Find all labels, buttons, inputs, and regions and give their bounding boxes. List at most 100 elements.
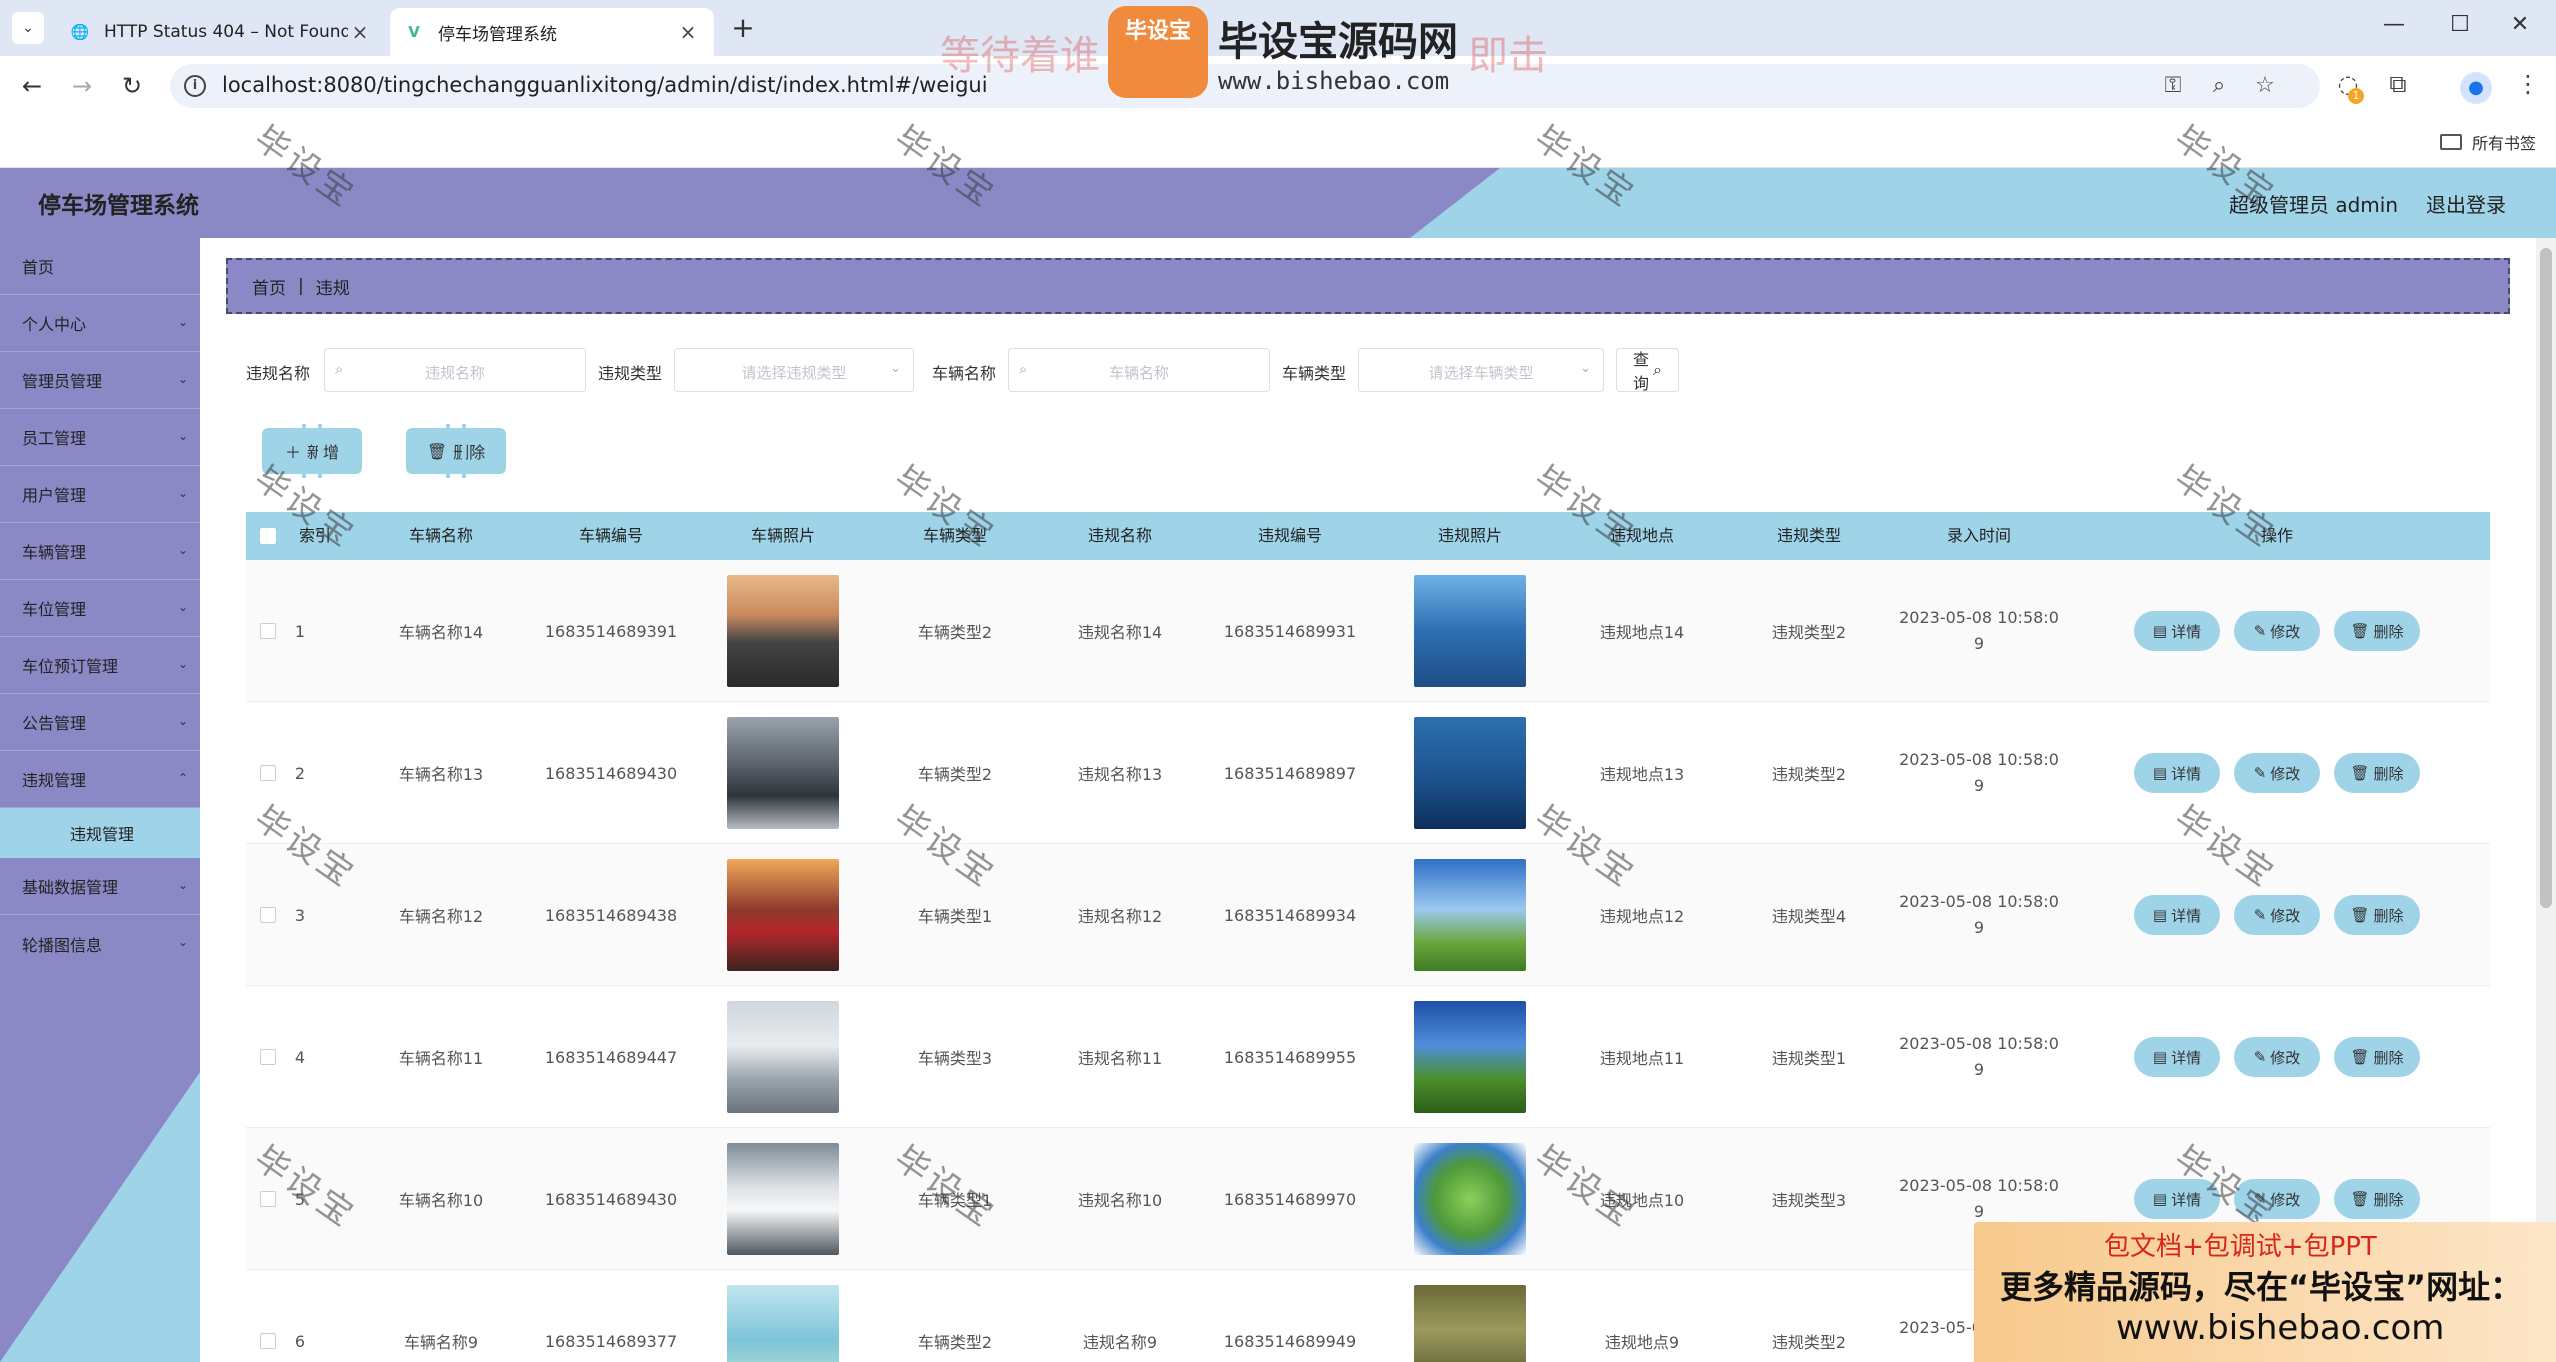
cell-violation-type: 违规类型2 [1771,765,1847,784]
detail-button[interactable]: ▤详情 [2134,753,2220,793]
row-checkbox[interactable] [260,765,276,781]
edit-button[interactable]: ✎修改 [2234,1179,2320,1219]
delete-button[interactable]: 🗑删除 [2334,895,2420,935]
page-scrollbar[interactable] [2536,238,2556,1362]
cell-violation-photo [1380,1128,1560,1270]
vehicle-photo[interactable] [727,717,839,829]
zoom-icon[interactable]: ⌕ [2204,73,2234,98]
logout-link[interactable]: 退出登录 [2426,189,2506,218]
row-checkbox[interactable] [260,907,276,923]
chevron-down-icon: ⌄ [177,315,188,329]
detail-button[interactable]: ▤详情 [2134,611,2220,651]
sidebar-item-carousel[interactable]: 轮播图信息 ⌄ [0,915,200,972]
vehicle-photo[interactable] [727,1143,839,1255]
sidebar-item-spaces[interactable]: 车位管理 ⌄ [0,580,200,637]
profile-avatar[interactable]: ● [2460,72,2492,104]
violation-type-select[interactable]: 请选择违规类型 ⌄ [674,348,914,392]
detail-button[interactable]: ▤详情 [2134,1179,2220,1219]
sidebar-item-admins[interactable]: 管理员管理 ⌄ [0,352,200,409]
maximize-button[interactable]: ☐ [2440,12,2480,37]
edit-button[interactable]: ✎修改 [2234,895,2320,935]
select-all-checkbox[interactable] [246,512,290,560]
detail-button[interactable]: ▤详情 [2134,895,2220,935]
edit-button[interactable]: ✎修改 [2234,611,2320,651]
vehicle-type-select[interactable]: 请选择车辆类型 ⌄ [1358,348,1604,392]
url-text[interactable]: localhost:8080/tingchechangguanlixitong/… [222,73,988,97]
delete-button[interactable]: 🗑删除 [2334,1179,2420,1219]
site-info-icon[interactable]: i [184,75,206,97]
cell-ops: ▤详情 ✎修改 🗑删除 [2064,986,2490,1128]
trash-icon: 🗑 [2350,622,2370,640]
batch-delete-button[interactable]: 🗑 删除 [406,424,506,478]
checkbox[interactable] [260,528,276,544]
delete-label: 删除 [2373,622,2404,641]
violation-photo[interactable] [1414,575,1526,687]
violation-photo[interactable] [1414,1143,1526,1255]
sidebar-item-profile[interactable]: 个人中心 ⌄ [0,295,200,352]
sidebar-item-notices[interactable]: 公告管理 ⌄ [0,694,200,751]
cell-violation-type: 违规类型1 [1771,1049,1847,1068]
back-button[interactable]: ← [16,70,48,102]
row-checkbox[interactable] [260,1333,276,1349]
more-vert-icon[interactable]: ⋮ [2510,70,2546,98]
tab-search-button[interactable]: ⌄ [12,12,44,44]
sidebar-item-vehicles[interactable]: 车辆管理 ⌄ [0,523,200,580]
close-icon[interactable]: × [676,20,700,44]
sidebar-item-users[interactable]: 用户管理 ⌄ [0,466,200,523]
violation-photo[interactable] [1414,1001,1526,1113]
sidebar-subitem-violations[interactable]: 违规管理 [0,808,200,858]
key-icon[interactable]: ⚿ [2158,73,2188,98]
cell-violation-no: 1683514689955 [1223,1047,1357,1067]
sidebar-item-staff[interactable]: 员工管理 ⌄ [0,409,200,466]
sidebar-item-home[interactable]: 首页 [0,238,200,295]
detail-button[interactable]: ▤详情 [2134,1037,2220,1077]
all-bookmarks[interactable]: 所有书签 [2439,130,2536,154]
forward-button[interactable]: → [66,70,98,102]
cell-location: 违规地点11 [1599,1049,1685,1068]
cell-vehicle-no: 1683514689430 [544,1189,678,1209]
row-checkbox[interactable] [260,1049,276,1065]
cell-violation-type: 违规类型4 [1771,907,1847,926]
row-checkbox[interactable] [260,623,276,639]
edit-button[interactable]: ✎修改 [2234,753,2320,793]
vehicle-name-input[interactable]: ⌕ 车辆名称 [1008,348,1270,392]
cell-violation-photo [1380,844,1560,986]
vehicle-photo[interactable] [727,575,839,687]
edit-button[interactable]: ✎修改 [2234,1037,2320,1077]
violation-photo[interactable] [1414,859,1526,971]
sidebar-item-reservations[interactable]: 车位预订管理 ⌄ [0,637,200,694]
scrollbar-thumb[interactable] [2540,248,2552,908]
minimize-button[interactable]: — [2374,12,2414,37]
vehicle-photo[interactable] [727,1285,839,1362]
new-tab-button[interactable]: + [728,14,758,42]
cell-vehicle-type: 车辆类型2 [917,623,993,642]
row-checkbox[interactable] [260,1191,276,1207]
puzzle-icon[interactable]: ⧉ [2380,70,2416,98]
add-button[interactable]: ＋ 新增 [262,424,362,478]
window-close-button[interactable]: ✕ [2500,12,2540,37]
browser-tab-parking[interactable]: V 停车场管理系统 × [390,8,714,56]
delete-button[interactable]: 🗑删除 [2334,611,2420,651]
breadcrumb-home[interactable]: 首页 [252,274,286,299]
col-ops: 操作 [2260,526,2293,545]
violation-name-input[interactable]: ⌕ 违规名称 [324,348,586,392]
vehicle-photo[interactable] [727,1001,839,1113]
violation-photo[interactable] [1414,1285,1526,1362]
promo-line-3: www.bishebao.com [2116,1308,2445,1348]
edit-label: 修改 [2270,906,2301,925]
delete-button[interactable]: 🗑删除 [2334,1037,2420,1077]
violation-photo[interactable] [1414,717,1526,829]
document-icon: ▤ [2152,906,2168,924]
sidebar-item-basedata[interactable]: 基础数据管理 ⌄ [0,858,200,915]
reload-button[interactable]: ↻ [116,70,148,102]
query-button[interactable]: 查询 ⌕ [1616,348,1679,393]
close-icon[interactable]: × [348,20,372,44]
star-icon[interactable]: ☆ [2250,73,2280,98]
cell-vehicle-name: 车辆名称10 [398,1191,484,1210]
browser-tab-404[interactable]: 🌐 HTTP Status 404 – Not Found × [56,8,386,56]
vehicle-photo[interactable] [727,859,839,971]
sidebar-item-violations[interactable]: 违规管理 ⌃ [0,751,200,808]
cell-vehicle-name: 车辆名称9 [403,1333,479,1352]
delete-button[interactable]: 🗑删除 [2334,753,2420,793]
person-icon: ● [2468,77,2484,98]
